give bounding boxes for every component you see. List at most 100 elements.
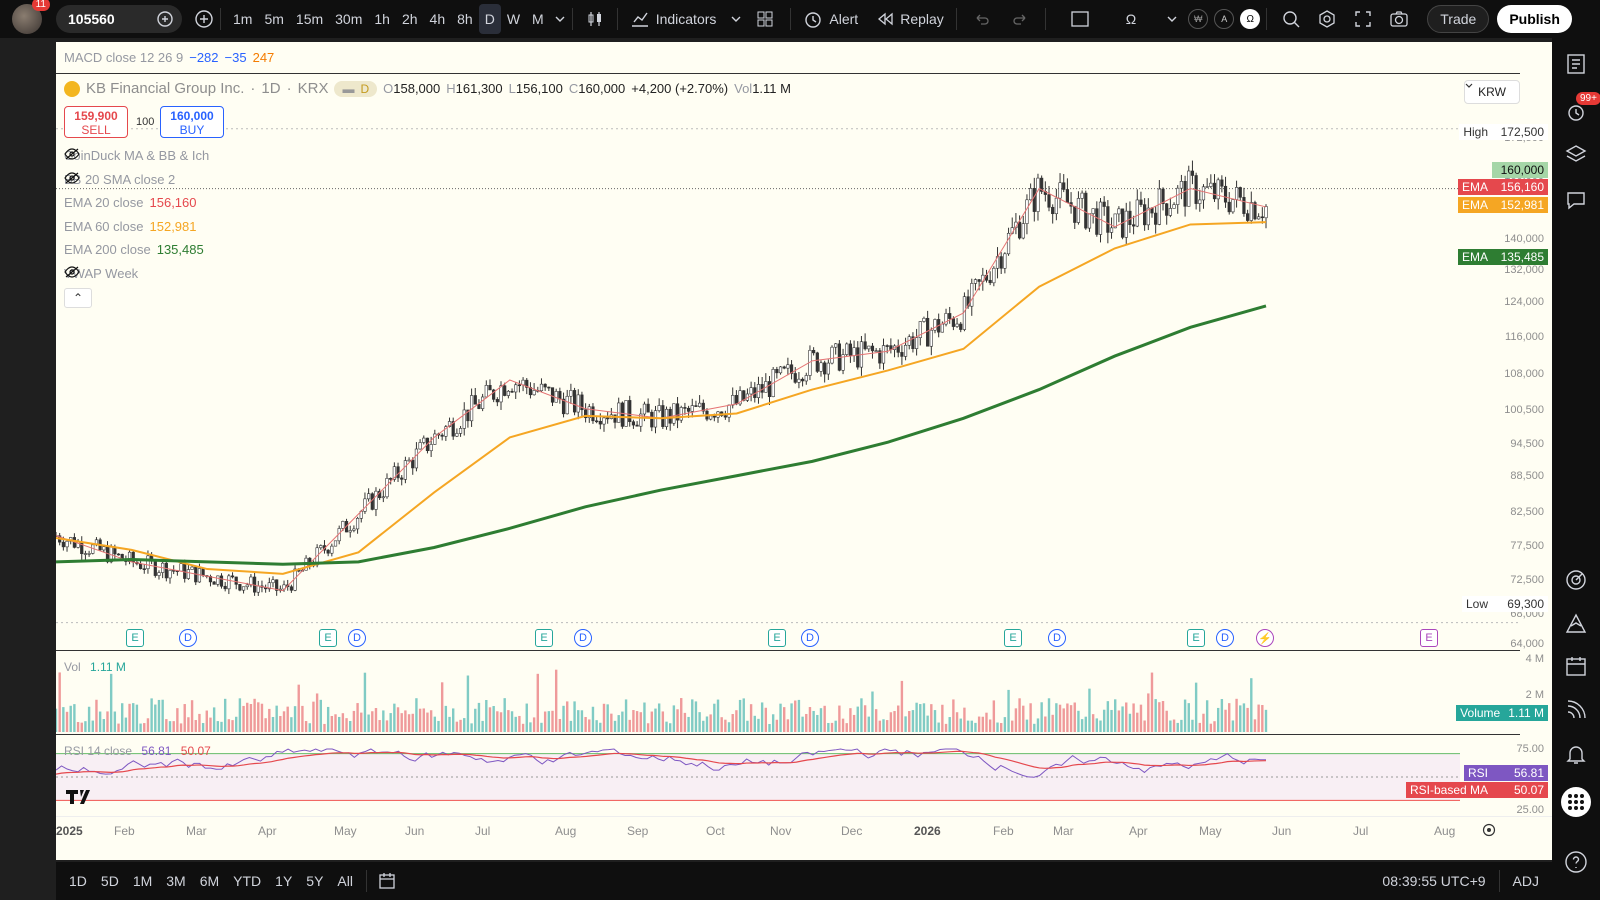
redo-icon[interactable] xyxy=(1011,10,1029,28)
compare-plus-icon[interactable] xyxy=(156,10,174,28)
legend-row[interactable]: BB 20 SMA close 2 xyxy=(64,172,197,187)
mini-toggle-omega[interactable]: Ω xyxy=(1240,9,1261,29)
chevron-down-icon[interactable] xyxy=(554,13,566,25)
candles-icon[interactable] xyxy=(585,9,605,29)
watchlist-icon[interactable] xyxy=(1564,52,1588,76)
interval-2h[interactable]: 2h xyxy=(396,4,424,34)
range-1m[interactable]: 1M xyxy=(126,873,159,889)
stream-icon[interactable] xyxy=(1564,698,1588,722)
fullscreen-icon[interactable] xyxy=(1353,9,1373,29)
interval-d[interactable]: D xyxy=(478,4,501,34)
rsi-legend[interactable]: RSI 14 close 56.81 50.07 xyxy=(64,744,211,758)
dividend-marker[interactable]: D xyxy=(179,629,197,647)
earnings-marker[interactable]: E xyxy=(1187,629,1205,647)
volume-bar xyxy=(1257,704,1260,732)
legend-row[interactable]: VWAP Week xyxy=(64,266,160,281)
axis-settings-icon[interactable] xyxy=(1482,823,1496,837)
order-quantity[interactable]: 100 xyxy=(136,116,154,128)
trade-button[interactable]: Trade xyxy=(1427,5,1490,33)
omega-button[interactable]: Ω xyxy=(1120,4,1142,34)
interval-1h[interactable]: 1h xyxy=(368,4,396,34)
legend-row[interactable]: EMA 60 close 152,981 xyxy=(64,219,197,234)
clock-time[interactable]: 08:39:55 UTC+9 xyxy=(1375,873,1492,889)
interval-15m[interactable]: 15m xyxy=(290,4,329,34)
mini-toggle-a[interactable]: A xyxy=(1214,9,1235,29)
sell-button[interactable]: 159,900 SELL xyxy=(64,106,128,138)
buy-button[interactable]: 160,000 BUY xyxy=(160,106,224,138)
user-avatar[interactable]: 11 xyxy=(12,0,50,34)
goto-date-icon[interactable] xyxy=(377,871,397,891)
apps-grid-icon[interactable] xyxy=(1560,786,1592,818)
chat-icon[interactable] xyxy=(1564,188,1588,212)
event-marker[interactable]: ⚡ xyxy=(1256,629,1274,647)
eye-hidden-icon[interactable] xyxy=(64,265,160,279)
interval-8h[interactable]: 8h xyxy=(451,4,479,34)
volume-legend[interactable]: Vol 1.11 M xyxy=(64,660,126,674)
dividend-marker[interactable]: D xyxy=(1216,629,1234,647)
range-6m[interactable]: 6M xyxy=(193,873,226,889)
layers-icon[interactable] xyxy=(1564,142,1588,166)
legend-row[interactable]: EMA 200 close 135,485 xyxy=(64,242,204,257)
range-5y[interactable]: 5Y xyxy=(299,873,330,889)
earnings-marker[interactable]: E xyxy=(1004,629,1022,647)
ideas-triangle-icon[interactable] xyxy=(1564,612,1588,636)
indicators-button[interactable]: Indicators xyxy=(624,4,723,34)
publish-button[interactable]: Publish xyxy=(1497,5,1572,33)
range-3m[interactable]: 3M xyxy=(159,873,192,889)
target-icon[interactable] xyxy=(1564,568,1588,592)
interval-m-month[interactable]: M xyxy=(526,4,550,34)
earnings-marker[interactable]: E xyxy=(1420,629,1438,647)
symbol-search[interactable]: 105560 xyxy=(56,5,182,33)
chart-area[interactable]: MACD close 12 26 9 −282 −35 247 KB Finan… xyxy=(56,42,1552,860)
symbol-header[interactable]: KB Financial Group Inc. · 1D · KRX ▬ D O1… xyxy=(64,80,791,97)
earnings-marker[interactable]: E xyxy=(768,629,786,647)
volume-bar xyxy=(724,719,727,732)
range-all[interactable]: All xyxy=(330,873,360,889)
macd-legend[interactable]: MACD close 12 26 9 −282 −35 247 xyxy=(64,50,274,65)
legend-row[interactable]: EMA 20 close 156,160 xyxy=(64,195,197,210)
volume-bar xyxy=(341,713,345,732)
help-icon[interactable] xyxy=(1564,850,1588,874)
earnings-marker[interactable]: E xyxy=(535,629,553,647)
add-symbol-icon[interactable] xyxy=(194,9,214,29)
interval-5m[interactable]: 5m xyxy=(258,4,289,34)
calendar-icon[interactable] xyxy=(1564,654,1588,678)
alert-button[interactable]: Alert xyxy=(797,4,864,34)
notifications-bell-icon[interactable] xyxy=(1564,742,1588,766)
range-5d[interactable]: 5D xyxy=(94,873,126,889)
dividend-marker[interactable]: D xyxy=(1048,629,1066,647)
interval-30m[interactable]: 30m xyxy=(329,4,368,34)
rectangle-icon[interactable] xyxy=(1070,10,1090,28)
dividend-marker[interactable]: D xyxy=(574,629,592,647)
settings-icon[interactable] xyxy=(1317,9,1337,29)
range-1y[interactable]: 1Y xyxy=(268,873,299,889)
eye-hidden-icon[interactable] xyxy=(64,171,197,185)
interval-1m[interactable]: 1m xyxy=(227,4,258,34)
range-1d[interactable]: 1D xyxy=(62,873,94,889)
adj-toggle[interactable]: ADJ xyxy=(1506,873,1546,889)
range-ytd[interactable]: YTD xyxy=(226,873,268,889)
layouts-icon[interactable] xyxy=(756,10,774,28)
collapse-legend-button[interactable]: ⌃ xyxy=(64,288,92,308)
currency-select[interactable]: KRW xyxy=(1464,80,1520,104)
replay-button[interactable]: Replay xyxy=(870,4,950,34)
interval-w[interactable]: W xyxy=(501,4,526,34)
mini-toggle-1[interactable]: ₩ xyxy=(1188,9,1209,29)
earnings-marker[interactable]: E xyxy=(319,629,337,647)
delay-pill[interactable]: ▬ D xyxy=(334,80,378,97)
tradingview-logo-icon[interactable] xyxy=(66,788,98,804)
chart-canvas[interactable] xyxy=(56,42,1552,860)
dividend-marker[interactable]: D xyxy=(801,629,819,647)
chevron-down-icon[interactable] xyxy=(1166,13,1178,25)
price-axis-label: 108,000 xyxy=(1504,368,1544,380)
zoom-icon[interactable] xyxy=(1281,9,1301,29)
dividend-marker[interactable]: D xyxy=(348,629,366,647)
interval-4h[interactable]: 4h xyxy=(424,4,452,34)
eye-hidden-icon[interactable] xyxy=(64,148,231,162)
chevron-down-icon[interactable] xyxy=(730,13,742,25)
legend-row[interactable]: CoinDuck MA & BB & Ich xyxy=(64,148,231,163)
candle-body xyxy=(219,575,224,587)
undo-icon[interactable] xyxy=(973,10,991,28)
camera-icon[interactable] xyxy=(1389,9,1409,29)
earnings-marker[interactable]: E xyxy=(126,629,144,647)
